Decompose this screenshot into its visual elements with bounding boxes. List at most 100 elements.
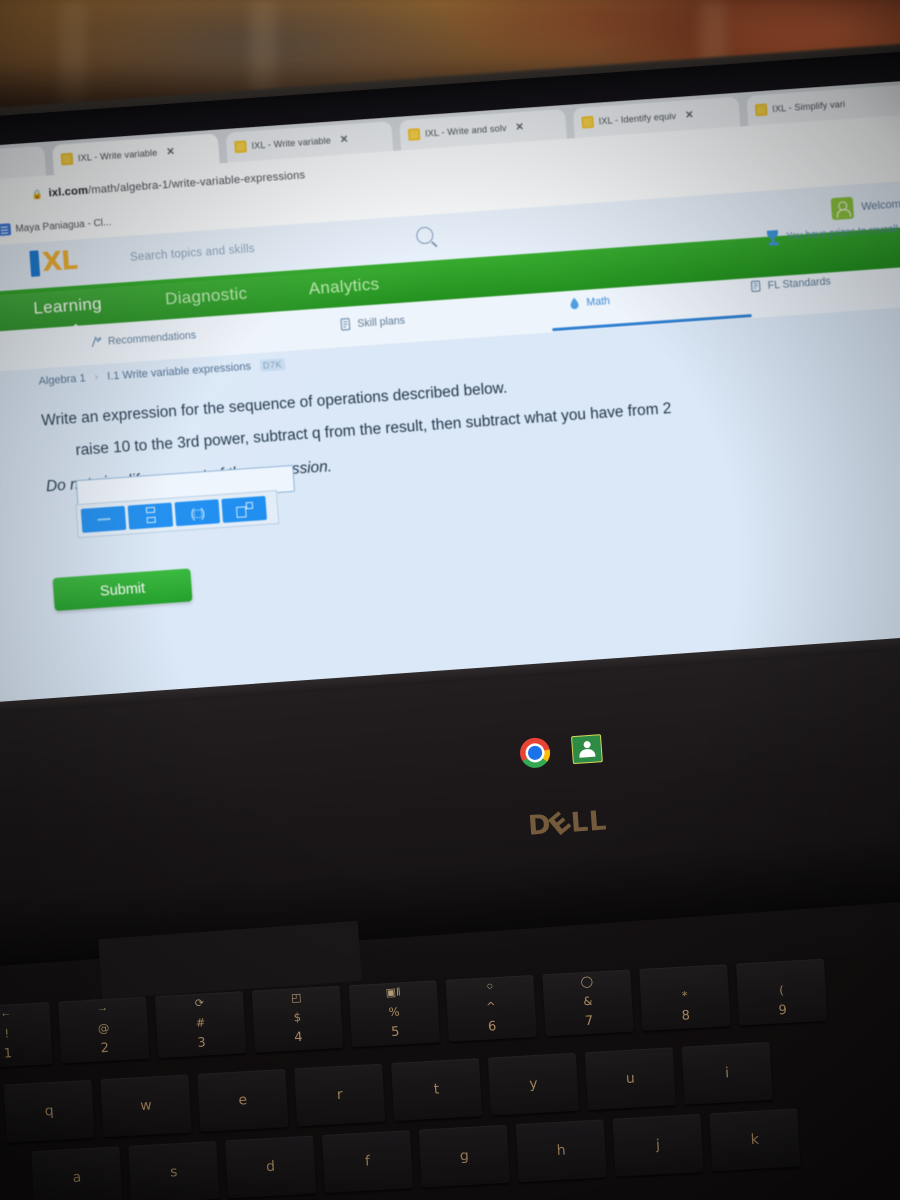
welcome-label: Welcome, Ma <box>860 196 900 214</box>
ixl-favicon <box>581 115 595 129</box>
chrome-icon[interactable] <box>519 736 552 769</box>
key-q[interactable]: q <box>3 1079 95 1143</box>
laptop-photo: Classes ✕ IXL - Write variable ✕ IXL - W… <box>0 0 900 1200</box>
key-main-label: 7 <box>584 1013 594 1030</box>
key-shift-label: ( <box>778 983 785 998</box>
tab-close-icon[interactable]: ✕ <box>515 121 524 133</box>
key-main-label: d <box>265 1158 276 1176</box>
key-main-label: s <box>169 1164 178 1181</box>
key-w[interactable]: w <box>100 1074 192 1138</box>
subnav-item-fl-standards[interactable]: FL Standards <box>749 274 831 293</box>
key-main-label: w <box>139 1097 153 1115</box>
key-k[interactable]: k <box>709 1108 801 1172</box>
subnav-item-math[interactable]: Math <box>568 294 610 310</box>
key-g[interactable]: g <box>418 1124 510 1188</box>
key-a[interactable]: a <box>31 1146 123 1200</box>
key-fn-glyph: ○ <box>486 980 494 993</box>
nav-item-diagnostic[interactable]: Diagnostic <box>164 284 248 310</box>
key-main-label: e <box>238 1092 248 1109</box>
ixl-logo[interactable]: XL <box>29 246 78 278</box>
tab-close-icon[interactable]: ✕ <box>340 134 349 146</box>
key-main-label: 3 <box>197 1035 207 1051</box>
subnav-label: Skill plans <box>356 314 406 330</box>
key-s[interactable]: s <box>128 1140 220 1200</box>
key-fn-glyph: ⟳ <box>194 997 205 1010</box>
nav-item-learning[interactable]: Learning <box>33 294 103 319</box>
key-y[interactable]: y <box>487 1052 579 1116</box>
key-shift-label: * <box>681 988 688 1003</box>
key-9[interactable]: (9 <box>736 958 828 1026</box>
key-e[interactable]: e <box>197 1068 289 1132</box>
key-r[interactable]: r <box>294 1063 386 1127</box>
key-6[interactable]: ○ ^ 6 <box>445 974 537 1042</box>
fraction-key[interactable] <box>127 502 174 530</box>
bookmark-item-maya[interactable]: Maya Paniagua - Cl... <box>0 216 112 237</box>
dell-logo: DELL <box>527 805 609 843</box>
breadcrumb-course[interactable]: Algebra 1 <box>38 372 86 387</box>
tab-close-icon[interactable]: ✕ <box>685 109 694 121</box>
standards-icon <box>750 280 761 293</box>
key-4[interactable]: ◰ $4 <box>251 985 344 1053</box>
url-host: ixl <box>48 186 62 200</box>
search-icon[interactable] <box>415 226 434 245</box>
key-shift-label: % <box>388 1004 401 1020</box>
key-d[interactable]: d <box>225 1135 317 1199</box>
key-fn-glyph: ◰ <box>290 991 302 1005</box>
key-7[interactable]: ◯ & 7 <box>542 969 634 1037</box>
exponent-key[interactable] <box>221 495 267 523</box>
key-main-label: 2 <box>100 1040 110 1057</box>
subnav-item-recommendations[interactable]: Recommendations <box>90 328 197 348</box>
tab-close-icon[interactable]: ✕ <box>166 146 175 158</box>
key-main-label: q <box>44 1102 55 1120</box>
nav-item-analytics[interactable]: Analytics <box>308 274 380 299</box>
key-shift-label: ^ <box>485 999 497 1014</box>
key-fn-glyph: ▣‖ <box>385 986 401 1000</box>
key-8[interactable]: * 8 <box>639 964 731 1031</box>
submit-button[interactable]: Submit <box>52 568 193 612</box>
key-shift-label: $ <box>293 1010 302 1025</box>
ixl-favicon <box>407 128 421 141</box>
key-main-label: 5 <box>390 1024 400 1040</box>
parentheses-key[interactable]: (□) <box>174 499 221 527</box>
key-i[interactable]: i <box>681 1041 773 1105</box>
key-t[interactable]: t <box>391 1058 483 1121</box>
lock-icon: 🔒 <box>31 188 43 200</box>
key-main-label: 9 <box>778 1002 788 1019</box>
subnav-item-skill-plans[interactable]: Skill plans <box>339 314 405 332</box>
docs-icon <box>0 223 11 237</box>
key-j[interactable]: j <box>612 1113 704 1177</box>
key-f[interactable]: f <box>321 1130 414 1193</box>
key-main-label: 6 <box>487 1019 497 1035</box>
subnav-label: Math <box>585 294 611 309</box>
key-main-label: r <box>336 1086 344 1104</box>
key-shift-label: ! <box>4 1026 10 1041</box>
key-fn-glyph: ← <box>0 1007 12 1020</box>
ixl-favicon <box>60 152 74 166</box>
ixl-favicon <box>234 140 247 154</box>
tab-label: IXL - Simplify vari <box>771 98 846 115</box>
minus-key[interactable] <box>80 505 127 533</box>
tab-label: IXL - Identify equiv <box>598 110 677 127</box>
recommendations-icon <box>91 335 102 347</box>
key-2[interactable]: → @2 <box>58 996 150 1064</box>
key-main-label: i <box>724 1065 730 1082</box>
user-avatar-icon <box>830 196 855 221</box>
key-main-label: a <box>72 1169 82 1186</box>
key-1[interactable]: ←! 1 <box>0 1002 53 1069</box>
key-shift-label: @ <box>97 1020 110 1036</box>
key-main-label: g <box>459 1147 470 1165</box>
account-area[interactable]: Welcome, Ma <box>830 191 900 221</box>
key-main-label: 1 <box>3 1046 13 1062</box>
key-5[interactable]: ▣‖% 5 <box>348 980 440 1048</box>
key-fn-glyph: ◯ <box>580 975 594 989</box>
bookmark-label: Maya Paniagua - Cl... <box>14 216 112 235</box>
key-u[interactable]: u <box>584 1047 676 1111</box>
key-main-label: y <box>528 1075 539 1093</box>
key-h[interactable]: h <box>515 1119 607 1183</box>
search-input[interactable]: Search topics and skills <box>130 243 256 264</box>
url-domain: .com <box>61 184 89 199</box>
google-classroom-icon[interactable] <box>570 734 603 765</box>
key-main-label: j <box>655 1137 661 1154</box>
key-3[interactable]: ⟳ #3 <box>154 991 247 1059</box>
tab-label: IXL - Write variable <box>77 147 158 164</box>
